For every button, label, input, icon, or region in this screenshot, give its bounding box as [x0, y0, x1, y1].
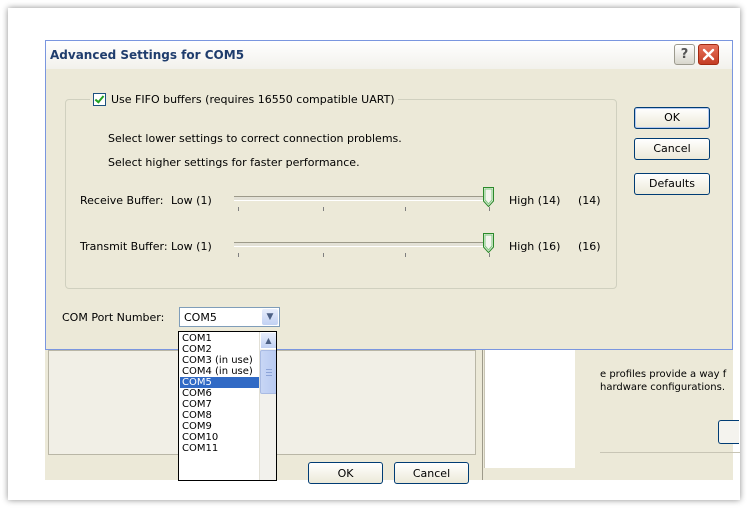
- transmit-value: (16): [578, 240, 601, 253]
- chevron-up-icon[interactable]: ▲: [260, 332, 276, 349]
- dropdown-option[interactable]: COM6: [180, 388, 260, 399]
- receive-value: (14): [578, 194, 601, 207]
- com-port-select[interactable]: COM5 ▼: [179, 307, 280, 327]
- hint-lower-text: Select lower settings to correct connect…: [108, 132, 402, 145]
- transmit-tick: [323, 253, 324, 257]
- com-port-value: COM5: [184, 311, 217, 324]
- fifo-checkbox[interactable]: [93, 93, 106, 106]
- dropdown-scrollbar[interactable]: ▲: [259, 332, 276, 480]
- dropdown-option[interactable]: COM5: [180, 377, 260, 388]
- receive-tick: [238, 207, 239, 211]
- receive-slider-track[interactable]: [234, 196, 489, 201]
- transmit-tick: [405, 253, 406, 257]
- advanced-settings-dialog: Advanced Settings for COM5 ? Use FIFO bu…: [45, 40, 733, 350]
- fifo-checkbox-row[interactable]: Use FIFO buffers (requires 16550 compati…: [90, 93, 398, 106]
- background-separator: [600, 452, 740, 453]
- help-button[interactable]: ?: [674, 44, 695, 65]
- receive-tick: [489, 207, 490, 211]
- transmit-slider-track[interactable]: [234, 242, 489, 247]
- defaults-button[interactable]: Defaults: [634, 173, 710, 195]
- dropdown-option[interactable]: COM10: [180, 432, 260, 443]
- background-cancel-button[interactable]: Cancel: [394, 462, 469, 484]
- chevron-down-icon[interactable]: ▼: [262, 309, 278, 325]
- receive-tick: [323, 207, 324, 211]
- close-icon: [702, 48, 715, 61]
- dropdown-option[interactable]: COM9: [180, 421, 260, 432]
- dropdown-option[interactable]: COM4 (in use): [180, 366, 260, 377]
- title-bar: Advanced Settings for COM5 ?: [46, 41, 732, 69]
- close-button[interactable]: [698, 44, 719, 65]
- dropdown-option[interactable]: COM11: [180, 443, 260, 454]
- receive-slider-thumb[interactable]: [483, 187, 494, 207]
- transmit-tick: [238, 253, 239, 257]
- background-partial-button[interactable]: [718, 420, 739, 444]
- dropdown-option[interactable]: COM2: [180, 344, 260, 355]
- fifo-checkbox-label: Use FIFO buffers (requires 16550 compati…: [111, 93, 395, 106]
- background-divider: [482, 350, 483, 480]
- help-icon: ?: [680, 47, 689, 62]
- hint-higher-text: Select higher settings for faster perfor…: [108, 156, 360, 169]
- receive-buffer-label: Receive Buffer:: [80, 194, 164, 207]
- receive-low-label: Low (1): [171, 194, 212, 207]
- com-port-label: COM Port Number:: [62, 311, 165, 324]
- transmit-low-label: Low (1): [171, 240, 212, 253]
- dropdown-option[interactable]: COM8: [180, 410, 260, 421]
- receive-high-label: High (14): [509, 194, 561, 207]
- dropdown-scrollbar-thumb[interactable]: [260, 350, 276, 394]
- background-text-line-2: hardware configurations.: [600, 382, 725, 393]
- background-text-line-1: e profiles provide a way f: [600, 369, 727, 380]
- dropdown-option[interactable]: COM1: [180, 333, 260, 344]
- background-ok-button[interactable]: OK: [308, 462, 383, 484]
- transmit-high-label: High (16): [509, 240, 561, 253]
- background-list-area: [484, 350, 575, 468]
- dialog-title: Advanced Settings for COM5: [50, 48, 245, 62]
- receive-tick: [405, 207, 406, 211]
- dropdown-option[interactable]: COM7: [180, 399, 260, 410]
- transmit-buffer-label: Transmit Buffer:: [80, 240, 168, 253]
- transmit-tick: [489, 253, 490, 257]
- ok-button[interactable]: OK: [634, 107, 710, 129]
- cancel-button[interactable]: Cancel: [634, 138, 710, 160]
- dropdown-option[interactable]: COM3 (in use): [180, 355, 260, 366]
- transmit-slider-thumb[interactable]: [483, 233, 494, 253]
- background-hardware-profiles-text: e profiles provide a way f hardware conf…: [600, 368, 735, 394]
- com-port-dropdown-list: COM1 COM2 COM3 (in use) COM4 (in use) COM5 CO…: [178, 331, 277, 481]
